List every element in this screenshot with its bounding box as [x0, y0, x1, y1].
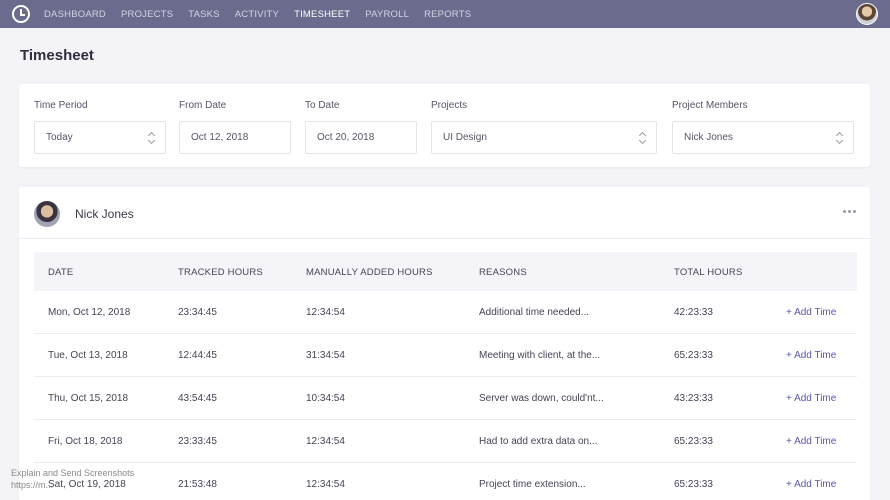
time-period-value: Today — [46, 132, 73, 143]
from-date-filter: From Date Oct 12, 2018 — [179, 100, 291, 154]
watermark-line-2: https://m... — [11, 480, 54, 490]
cell-date: Thu, Oct 15, 2018 — [48, 393, 129, 404]
watermark-line-1: Explain and Send Screenshots — [11, 468, 135, 478]
nav-dashboard[interactable]: DASHBOARD — [44, 9, 106, 20]
nav-tasks[interactable]: TASKS — [188, 9, 219, 20]
table-row: Mon, Oct 12, 2018 23:34:45 12:34:54 Addi… — [34, 291, 857, 334]
cell-manual: 12:34:54 — [306, 307, 345, 318]
cell-reason: Server was down, could'nt... — [479, 393, 604, 404]
cell-date: Tue, Oct 13, 2018 — [48, 350, 128, 361]
nav-projects[interactable]: PROJECTS — [121, 9, 173, 20]
watermark: Explain and Send Screenshots https://m..… — [11, 467, 134, 491]
cell-tracked: 43:54:45 — [178, 393, 217, 404]
more-options-icon[interactable] — [843, 210, 856, 213]
projects-select[interactable]: UI Design — [431, 121, 657, 154]
cell-total: 42:23:33 — [674, 307, 713, 318]
chevron-updown-icon — [836, 132, 843, 144]
from-date-input[interactable]: Oct 12, 2018 — [179, 121, 291, 154]
cell-total: 65:23:33 — [674, 479, 713, 490]
cell-total: 43:23:33 — [674, 393, 713, 404]
cell-tracked: 21:53:48 — [178, 479, 217, 490]
cell-manual: 12:34:54 — [306, 479, 345, 490]
top-navbar: DASHBOARD PROJECTS TASKS ACTIVITY TIMESH… — [0, 0, 890, 28]
members-select[interactable]: Nick Jones — [672, 121, 854, 154]
to-date-label: To Date — [305, 100, 340, 111]
cell-date: Mon, Oct 12, 2018 — [48, 307, 131, 318]
to-date-input[interactable]: Oct 20, 2018 — [305, 121, 417, 154]
cell-tracked: 23:33:45 — [178, 436, 217, 447]
projects-filter: Projects UI Design — [431, 100, 657, 154]
header-manual-hours: MANUALLY ADDED HOURS — [306, 267, 433, 278]
header-tracked-hours: TRACKED HOURS — [178, 267, 263, 278]
cell-reason: Additional time needed... — [479, 307, 590, 318]
projects-label: Projects — [431, 100, 468, 111]
user-avatar[interactable] — [856, 3, 878, 25]
from-date-label: From Date — [179, 100, 227, 111]
header-total-hours: TOTAL HOURS — [674, 267, 743, 278]
time-period-select[interactable]: Today — [34, 121, 166, 154]
member-header: Nick Jones — [19, 187, 870, 239]
add-time-button[interactable]: + Add Time — [786, 350, 836, 361]
clock-icon[interactable] — [12, 5, 30, 23]
time-period-filter: Time Period Today — [34, 100, 166, 154]
cell-date: Fri, Oct 18, 2018 — [48, 436, 123, 447]
cell-manual: 12:34:54 — [306, 436, 345, 447]
nav-payroll[interactable]: PAYROLL — [365, 9, 409, 20]
chevron-updown-icon — [639, 132, 646, 144]
table-row: Tue, Oct 13, 2018 12:44:45 31:34:54 Meet… — [34, 334, 857, 377]
cell-reason: Had to add extra data on... — [479, 436, 598, 447]
members-label: Project Members — [672, 100, 748, 111]
table-header: DATE TRACKED HOURS MANUALLY ADDED HOURS … — [34, 252, 857, 291]
cell-tracked: 12:44:45 — [178, 350, 217, 361]
timesheet-table: DATE TRACKED HOURS MANUALLY ADDED HOURS … — [34, 252, 857, 500]
time-period-label: Time Period — [34, 100, 88, 111]
header-date: DATE — [48, 267, 74, 278]
cell-manual: 10:34:54 — [306, 393, 345, 404]
add-time-button[interactable]: + Add Time — [786, 307, 836, 318]
add-time-button[interactable]: + Add Time — [786, 436, 836, 447]
cell-manual: 31:34:54 — [306, 350, 345, 361]
to-date-value: Oct 20, 2018 — [317, 132, 375, 143]
member-avatar — [34, 201, 60, 227]
from-date-value: Oct 12, 2018 — [191, 132, 249, 143]
filter-panel: Time Period Today From Date Oct 12, 2018… — [19, 84, 870, 167]
cell-total: 65:23:33 — [674, 350, 713, 361]
table-row: Fri, Oct 18, 2018 23:33:45 12:34:54 Had … — [34, 420, 857, 463]
chevron-updown-icon — [148, 132, 155, 144]
add-time-button[interactable]: + Add Time — [786, 479, 836, 490]
main-nav: DASHBOARD PROJECTS TASKS ACTIVITY TIMESH… — [44, 9, 471, 20]
cell-tracked: 23:34:45 — [178, 307, 217, 318]
add-time-button[interactable]: + Add Time — [786, 393, 836, 404]
member-name: Nick Jones — [75, 207, 134, 221]
projects-value: UI Design — [443, 132, 487, 143]
member-timesheet-card: Nick Jones DATE TRACKED HOURS MANUALLY A… — [19, 187, 870, 500]
nav-activity[interactable]: ACTIVITY — [235, 9, 279, 20]
cell-reason: Project time extension... — [479, 479, 586, 490]
page-title: Timesheet — [20, 47, 94, 64]
header-reasons: REASONS — [479, 267, 527, 278]
nav-timesheet[interactable]: TIMESHEET — [294, 9, 350, 20]
table-row: Sat, Oct 19, 2018 21:53:48 12:34:54 Proj… — [34, 463, 857, 500]
cell-total: 65:23:33 — [674, 436, 713, 447]
members-filter: Project Members Nick Jones — [672, 100, 854, 154]
nav-reports[interactable]: REPORTS — [424, 9, 471, 20]
to-date-filter: To Date Oct 20, 2018 — [305, 100, 417, 154]
members-value: Nick Jones — [684, 132, 733, 143]
table-row: Thu, Oct 15, 2018 43:54:45 10:34:54 Serv… — [34, 377, 857, 420]
cell-reason: Meeting with client, at the... — [479, 350, 601, 361]
